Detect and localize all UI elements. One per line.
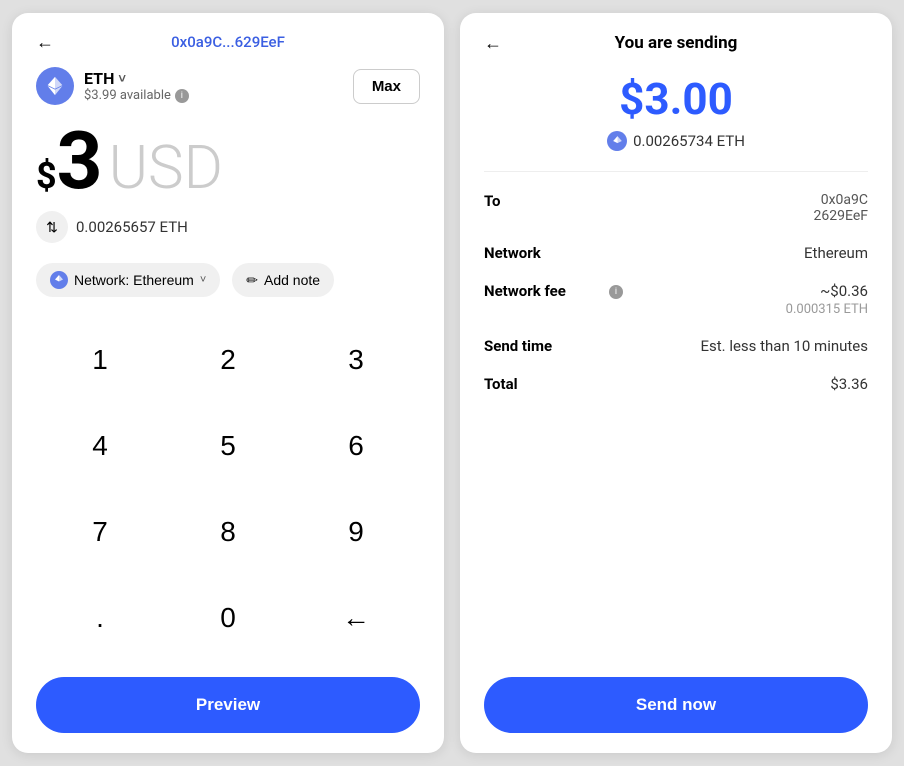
add-note-label: Add note — [264, 272, 320, 288]
eth-icon-right — [607, 131, 627, 151]
numpad: 123 456 789.0← — [36, 317, 420, 661]
network-detail-label: Network — [484, 244, 604, 262]
numpad-key-5[interactable]: 5 — [164, 403, 292, 489]
numpad-key-7[interactable]: 7 — [36, 489, 164, 575]
total-value: $3.36 — [830, 375, 868, 393]
token-left: ETH ˅ $3.99 available i — [36, 67, 189, 105]
sending-title: You are sending — [615, 33, 738, 53]
fee-label-text: Network fee — [484, 282, 604, 300]
fee-row: Network fee i ~$0.36 0.000315 ETH — [484, 282, 868, 317]
divider — [484, 171, 868, 172]
amount-currency: USD — [109, 132, 223, 203]
network-selector-button[interactable]: Network: Ethereum ˅ — [36, 263, 220, 297]
total-label: Total — [484, 375, 604, 393]
eth-sub-amount: 0.00265734 ETH — [484, 131, 868, 151]
add-note-button[interactable]: ✏ Add note — [232, 263, 334, 297]
numpad-key-2[interactable]: 2 — [164, 317, 292, 403]
numpad-key-0[interactable]: 0 — [164, 575, 292, 661]
total-row: Total $3.36 — [484, 375, 868, 393]
fee-value: ~$0.36 0.000315 ETH — [786, 282, 868, 317]
numpad-key-3[interactable]: 3 — [292, 317, 420, 403]
numpad-key-backspace[interactable]: ← — [292, 575, 420, 661]
numpad-key-1[interactable]: 1 — [36, 317, 164, 403]
eth-amount-text: 0.00265657 ETH — [76, 218, 188, 236]
back-button-right[interactable]: ← — [484, 33, 502, 54]
numpad-key-4[interactable]: 4 — [36, 403, 164, 489]
numpad-key-9[interactable]: 9 — [292, 489, 420, 575]
numpad-key-dot[interactable]: . — [36, 575, 164, 661]
usd-amount: $3.00 — [484, 73, 868, 125]
send-now-button[interactable]: Send now — [484, 677, 868, 733]
numpad-key-6[interactable]: 6 — [292, 403, 420, 489]
to-label: To — [484, 192, 604, 210]
amount-number: 3 — [57, 121, 103, 201]
sending-amount: $3.00 — [484, 73, 868, 125]
send-time-label: Send time — [484, 337, 604, 355]
token-available: $3.99 available i — [84, 88, 189, 103]
eth-logo-icon — [36, 67, 74, 105]
chevron-down-icon: ˅ — [118, 71, 126, 87]
dollar-sign: $ — [36, 155, 57, 197]
to-row: To 0x0a9C 2629EeF — [484, 192, 868, 224]
fee-label: Network fee i — [484, 282, 623, 300]
to-address: 0x0a9C 2629EeF — [814, 192, 868, 224]
fee-info-icon: i — [609, 285, 623, 299]
left-panel: ← 0x0a9C...629EeF ETH ˅ — [12, 13, 444, 753]
token-info: ETH ˅ $3.99 available i — [84, 69, 189, 103]
info-icon: i — [175, 89, 189, 103]
send-time-row: Send time Est. less than 10 minutes — [484, 337, 868, 355]
options-row: Network: Ethereum ˅ ✏ Add note — [36, 263, 420, 297]
token-name[interactable]: ETH ˅ — [84, 69, 189, 88]
numpad-key-8[interactable]: 8 — [164, 489, 292, 575]
back-button-left[interactable]: ← — [36, 32, 54, 53]
right-header: ← You are sending — [484, 33, 868, 53]
token-row: ETH ˅ $3.99 available i Max — [36, 67, 420, 105]
send-time-value: Est. less than 10 minutes — [700, 337, 868, 355]
left-header: ← 0x0a9C...629EeF — [36, 33, 420, 51]
preview-button[interactable]: Preview — [36, 677, 420, 733]
network-label: Network: Ethereum — [74, 272, 194, 288]
swap-currency-button[interactable]: ⇅ — [36, 211, 68, 243]
eth-equivalent-row: ⇅ 0.00265657 ETH — [36, 211, 420, 243]
network-chevron-icon: ˅ — [200, 274, 206, 286]
eth-sub-amount-text: 0.00265734 ETH — [633, 132, 745, 150]
wallet-address: 0x0a9C...629EeF — [171, 33, 285, 51]
network-row: Network Ethereum — [484, 244, 868, 262]
amount-display: $ 3 USD — [36, 121, 420, 203]
eth-network-icon — [50, 271, 68, 289]
right-panel: ← You are sending $3.00 0.00265734 ETH T… — [460, 13, 892, 753]
network-detail-value: Ethereum — [804, 244, 868, 262]
pencil-icon: ✏ — [246, 272, 258, 289]
max-button[interactable]: Max — [353, 69, 420, 104]
